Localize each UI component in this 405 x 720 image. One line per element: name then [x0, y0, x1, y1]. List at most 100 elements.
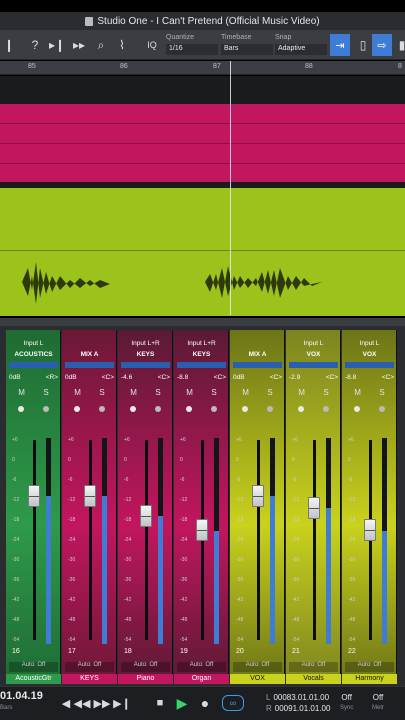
- volume-fader[interactable]: [140, 505, 152, 527]
- volume-fader[interactable]: [252, 485, 264, 507]
- record-icon[interactable]: ●: [197, 695, 213, 711]
- channel-strip[interactable]: MIX A 0dB <C> M S +6 0 -6 -12 -18 -24 -30 -36 -42 -48-…: [62, 330, 117, 684]
- grid-icon[interactable]: ▯: [354, 36, 372, 54]
- output-label[interactable]: VOX: [345, 351, 394, 360]
- solo-button[interactable]: S: [155, 388, 160, 400]
- output-label[interactable]: VOX: [289, 351, 338, 360]
- input-label[interactable]: Input L: [345, 340, 394, 349]
- record-arm-icon[interactable]: [130, 406, 137, 412]
- volume-fader[interactable]: [28, 485, 40, 507]
- monitor-icon[interactable]: [210, 406, 217, 412]
- mute-button[interactable]: M: [74, 388, 81, 400]
- right-locator[interactable]: 00091.01.01.00: [275, 704, 331, 713]
- monitor-icon[interactable]: [266, 406, 273, 412]
- channel-strip[interactable]: Input L ACOUSTICS 0dB <R> M S +6 0 -6 -12 -18 -24 -3…: [6, 330, 61, 684]
- pan-readout[interactable]: <C>: [102, 374, 114, 384]
- channel-name[interactable]: AcousticGtr: [6, 674, 61, 684]
- timeline-ruler[interactable]: 85 86 87 88 8: [0, 61, 405, 75]
- help-icon[interactable]: ?: [26, 36, 44, 54]
- record-arm-icon[interactable]: [18, 406, 25, 412]
- solo-button[interactable]: S: [323, 388, 328, 400]
- mute-button[interactable]: M: [298, 388, 305, 400]
- automation-mode[interactable]: Auto: Off: [65, 662, 114, 672]
- cursor-follow-icon[interactable]: ⇨: [372, 34, 392, 56]
- rewind-icon[interactable]: ◀◀: [74, 695, 91, 711]
- automation-mode[interactable]: Auto: Off: [289, 662, 338, 672]
- solo-button[interactable]: S: [267, 388, 272, 400]
- output-label[interactable]: MIX A: [65, 351, 114, 360]
- input-label[interactable]: Input L: [289, 340, 338, 349]
- input-label[interactable]: Input L+R: [177, 340, 226, 349]
- pan-readout[interactable]: <C>: [158, 374, 170, 384]
- channel-name[interactable]: Harmony: [342, 674, 397, 684]
- automation-mode[interactable]: Auto: Off: [177, 662, 226, 672]
- output-label[interactable]: ACOUSTICS: [9, 351, 58, 360]
- pan-readout[interactable]: <C>: [382, 374, 394, 384]
- input-label[interactable]: [233, 340, 282, 349]
- automation-mode[interactable]: Auto: Off: [345, 662, 394, 672]
- volume-readout[interactable]: 0dB: [233, 374, 245, 384]
- insert-bar[interactable]: [9, 362, 58, 368]
- output-label[interactable]: KEYS: [121, 351, 170, 360]
- channel-strip[interactable]: Input L+R KEYS -8.8 <C> M S +6 0 -6 -12 -18 -24 -30-…: [174, 330, 229, 684]
- mute-button[interactable]: M: [130, 388, 137, 400]
- end-icon[interactable]: ▶❙: [113, 695, 131, 711]
- metronome-toggle[interactable]: Off Metr: [372, 692, 384, 714]
- follow-icon[interactable]: ▸❙: [48, 36, 66, 54]
- solo-button[interactable]: S: [211, 388, 216, 400]
- record-arm-icon[interactable]: [242, 406, 249, 412]
- playhead-cursor[interactable]: [230, 61, 231, 315]
- loop-icon[interactable]: ∞: [222, 695, 244, 711]
- automation-mode[interactable]: Auto: Off: [233, 662, 282, 672]
- volume-fader[interactable]: [84, 485, 96, 507]
- volume-readout[interactable]: -8.8: [345, 374, 356, 384]
- channel-strip[interactable]: Input L+R KEYS -4.6 <C> M S +6 0 -6 -12 -18 -24 -30-…: [118, 330, 173, 684]
- channel-name[interactable]: Vocals: [286, 674, 341, 684]
- record-arm-icon[interactable]: [354, 406, 361, 412]
- time-display[interactable]: 01.04.19: [0, 690, 43, 702]
- channel-strip[interactable]: Input L VOX -2.9 <C> M S +6 0 -6 -12 -18 -24 -30 -36-…: [286, 330, 341, 684]
- iq-button[interactable]: IQ: [143, 36, 161, 54]
- mute-button[interactable]: M: [242, 388, 249, 400]
- insert-bar[interactable]: [233, 362, 282, 368]
- pan-readout[interactable]: <C>: [270, 374, 282, 384]
- mute-button[interactable]: M: [18, 388, 25, 400]
- solo-button[interactable]: S: [379, 388, 384, 400]
- output-label[interactable]: MIX A: [233, 351, 282, 360]
- monitor-icon[interactable]: [378, 406, 385, 412]
- sync-toggle[interactable]: Off Sync: [340, 692, 353, 714]
- volume-readout[interactable]: 0dB: [9, 374, 21, 384]
- zoom-icon[interactable]: ⌕: [92, 36, 110, 54]
- record-arm-icon[interactable]: [186, 406, 193, 412]
- monitor-icon[interactable]: [42, 406, 49, 412]
- snap-toggle-icon[interactable]: ⇥: [330, 34, 350, 56]
- record-arm-icon[interactable]: [298, 406, 305, 412]
- autoscroll-icon[interactable]: ▸▸: [70, 36, 88, 54]
- volume-fader[interactable]: [196, 519, 208, 541]
- arrange-view[interactable]: [0, 76, 405, 316]
- record-arm-icon[interactable]: [74, 406, 81, 412]
- channel-name[interactable]: Organ: [174, 674, 229, 684]
- keys-track-event[interactable]: [0, 104, 405, 182]
- left-locator[interactable]: 00083.01.01.00: [273, 693, 329, 702]
- timebase-select[interactable]: Timebase Bars: [221, 33, 273, 57]
- mute-button[interactable]: M: [354, 388, 361, 400]
- play-icon[interactable]: ▶: [174, 695, 190, 711]
- insert-bar[interactable]: [177, 362, 226, 368]
- tempo-icon[interactable]: ⌇: [113, 36, 131, 54]
- pan-readout[interactable]: <C>: [326, 374, 338, 384]
- pan-readout[interactable]: <R>: [46, 374, 58, 384]
- automation-mode[interactable]: Auto: Off: [121, 662, 170, 672]
- insert-bar[interactable]: [65, 362, 114, 368]
- snap-select[interactable]: Snap Adaptive: [275, 33, 327, 57]
- solo-button[interactable]: S: [99, 388, 104, 400]
- locators[interactable]: L 00083.01.01.00 R 00091.01.01.00: [266, 692, 330, 714]
- input-label[interactable]: Input L: [9, 340, 58, 349]
- volume-readout[interactable]: -8.8: [177, 374, 188, 384]
- toolbar-button-partial[interactable]: ❙: [0, 36, 18, 54]
- input-label[interactable]: [65, 340, 114, 349]
- volume-fader[interactable]: [364, 519, 376, 541]
- channel-name[interactable]: VOX: [230, 674, 285, 684]
- volume-fader[interactable]: [308, 497, 320, 519]
- stop-icon[interactable]: ■: [152, 695, 168, 711]
